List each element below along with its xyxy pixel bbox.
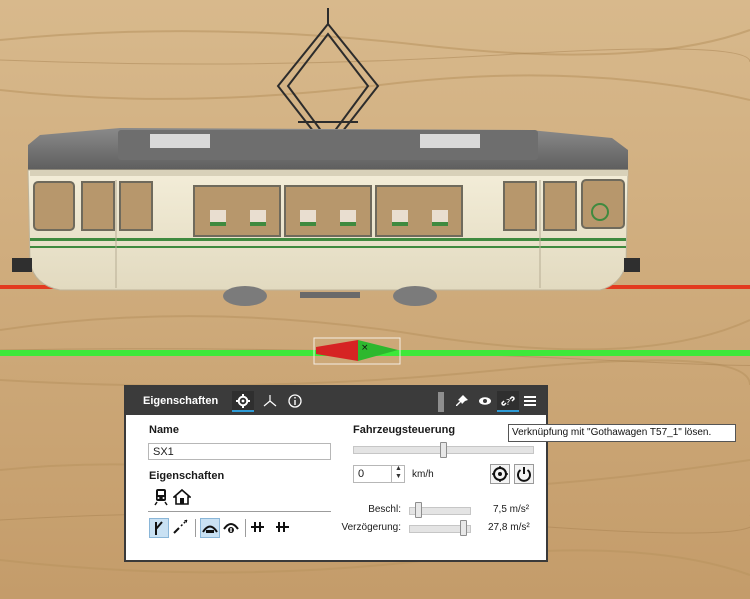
acceleration-label: Beschl:	[368, 504, 401, 515]
deceleration-slider-thumb[interactable]	[460, 520, 467, 536]
gear-icon[interactable]	[232, 391, 254, 412]
sound-a-icon[interactable]	[200, 518, 220, 538]
tram-vehicle-icon[interactable]	[152, 488, 170, 506]
acceleration-slider-thumb[interactable]	[415, 502, 422, 518]
power-icon[interactable]	[514, 464, 534, 484]
pin-icon[interactable]	[451, 391, 473, 412]
divider	[245, 519, 246, 537]
acceleration-value: 7,5 m/s²	[493, 504, 530, 515]
deceleration-label: Verzögerung:	[341, 522, 402, 533]
deceleration-value: 27,8 m/s²	[488, 522, 530, 533]
unlink-icon[interactable]: ?	[497, 391, 519, 412]
header-scroll-handle[interactable]	[438, 392, 444, 412]
properties-panel: Eigenschaften ? Name Eigenschaften	[124, 385, 548, 562]
eye-icon[interactable]	[474, 391, 496, 412]
coupler-front	[12, 258, 32, 272]
track-switch-icon[interactable]	[149, 518, 169, 538]
couple-front-icon[interactable]	[250, 518, 270, 538]
unlink-tooltip: Verknüpfung mit "Gothawagen T57_1" lösen…	[508, 424, 736, 442]
axis-icon[interactable]	[259, 391, 281, 412]
properties-label: Eigenschaften	[149, 470, 225, 482]
name-label: Name	[149, 424, 179, 436]
svg-text:?: ?	[506, 398, 510, 407]
couple-rear-icon[interactable]	[272, 518, 292, 538]
tram-windows	[33, 179, 625, 237]
roof-vent	[150, 134, 210, 148]
home-icon[interactable]	[171, 488, 193, 506]
info-icon[interactable]	[284, 391, 306, 412]
sound-b-icon[interactable]	[222, 518, 242, 538]
speed-slider-thumb[interactable]	[440, 442, 447, 458]
divider	[148, 511, 331, 512]
marker-cross: ×	[361, 343, 369, 353]
divider	[195, 519, 196, 537]
panel-header: Eigenschaften ?	[126, 387, 546, 415]
coupler-rear	[624, 258, 640, 272]
speed-stepper[interactable]: ▲ ▼	[391, 465, 405, 483]
name-input[interactable]	[148, 443, 331, 460]
target-icon[interactable]	[490, 464, 510, 484]
panel-title: Eigenschaften	[143, 395, 219, 407]
vehicle-control-label: Fahrzeugsteuerung	[353, 424, 456, 436]
tram-stripe	[30, 238, 626, 241]
speed-unit: km/h	[412, 469, 434, 480]
track-path-icon[interactable]	[171, 518, 191, 538]
roof-vent	[420, 134, 480, 148]
menu-icon[interactable]	[519, 391, 541, 412]
